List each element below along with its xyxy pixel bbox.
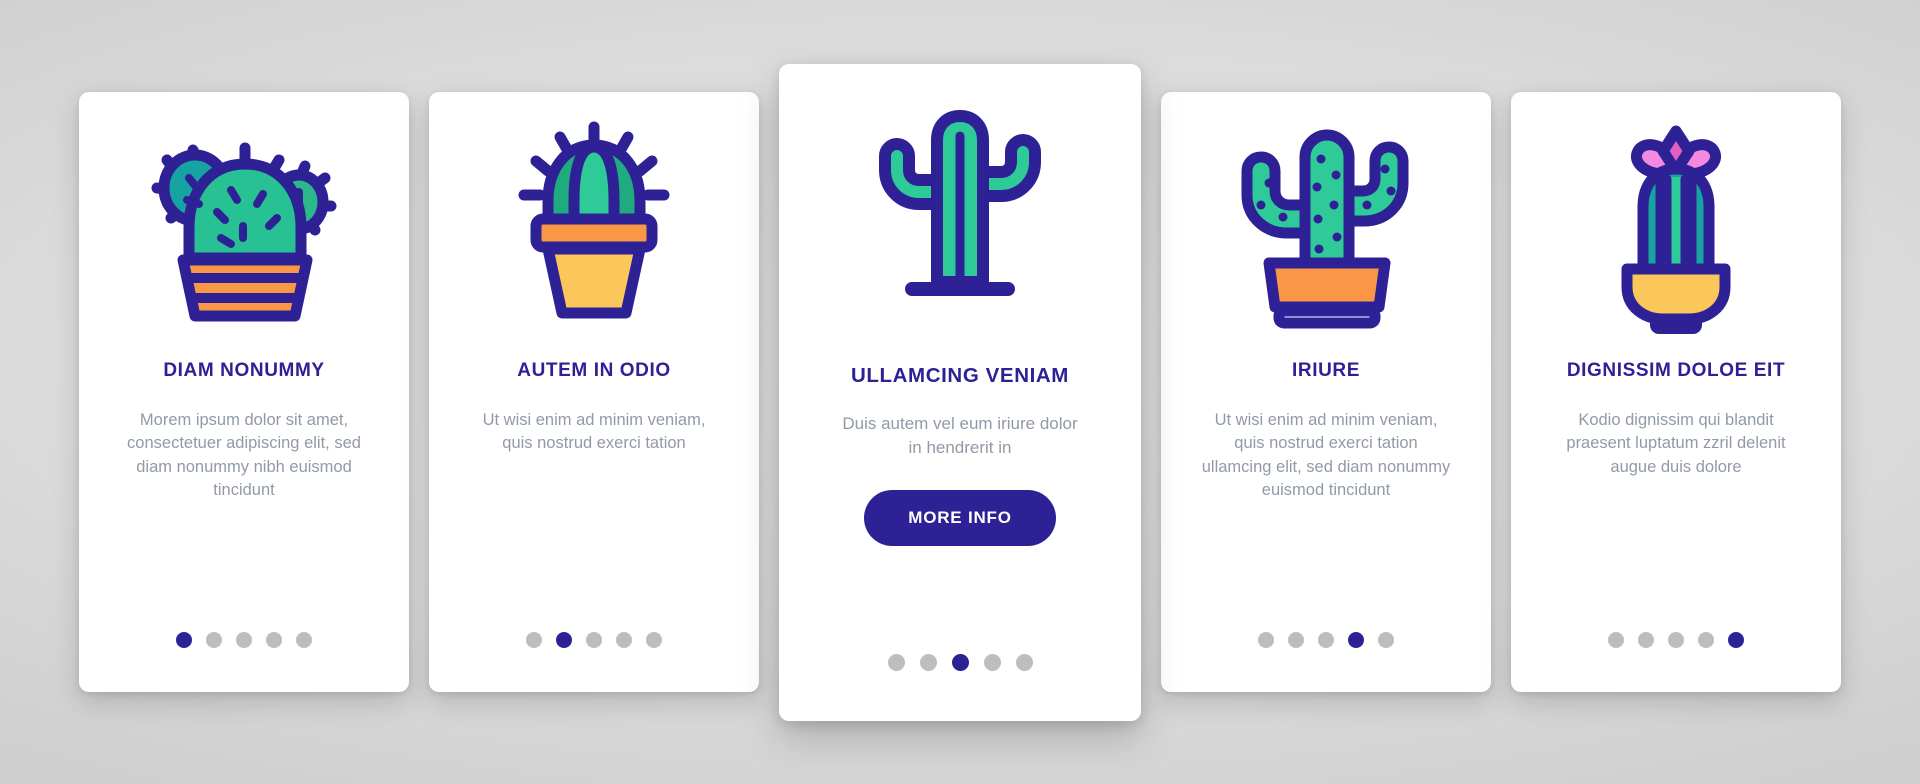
flowering-cactus-in-bowl-icon: [1531, 92, 1821, 360]
saguaro-cactus-icon: [799, 64, 1121, 364]
pagination-dot-2[interactable]: [206, 632, 222, 648]
pagination-dot-1[interactable]: [1608, 632, 1624, 648]
card-body-text: Duis autem vel eum iriure dolor in hendr…: [842, 414, 1078, 458]
onboarding-card-2[interactable]: AUTEM IN ODIO Ut wisi enim ad minim veni…: [429, 92, 759, 692]
card-title: IRIURE: [1292, 360, 1360, 381]
pagination-dot-3[interactable]: [1668, 632, 1684, 648]
pagination-dot-2[interactable]: [919, 653, 937, 671]
pagination-dot-2[interactable]: [1288, 632, 1304, 648]
pagination-dots: [779, 653, 1141, 671]
pagination-dot-3[interactable]: [236, 632, 252, 648]
card-body-text: Morem ipsum dolor sit amet, consectetuer…: [127, 410, 361, 500]
pagination-dot-1[interactable]: [526, 632, 542, 648]
pagination-dot-3[interactable]: [1318, 632, 1334, 648]
pagination-dot-2[interactable]: [1638, 632, 1654, 648]
pagination-dots: [1511, 632, 1841, 648]
pagination-dot-4[interactable]: [1698, 632, 1714, 648]
pagination-dot-4[interactable]: [1348, 632, 1364, 648]
pagination-dots: [429, 632, 759, 648]
card-body-text: Ut wisi enim ad minim veniam, quis nostr…: [1201, 410, 1451, 500]
barrel-cactus-in-yellow-pot-icon: [449, 92, 739, 360]
pagination-dots: [79, 632, 409, 648]
card-row: DIAM NONUMMY Morem ipsum dolor sit amet,…: [79, 63, 1841, 721]
pagination-dot-5[interactable]: [296, 632, 312, 648]
card-title: ULLAMCING VENIAM: [850, 363, 1069, 387]
onboarding-carousel-stage: DIAM NONUMMY Morem ipsum dolor sit amet,…: [0, 0, 1920, 784]
pagination-dot-4[interactable]: [266, 632, 282, 648]
pagination-dot-1[interactable]: [176, 632, 192, 648]
card-title: AUTEM IN ODIO: [517, 360, 671, 381]
card-body-text: Kodio dignissim qui blandit praesent lup…: [1566, 410, 1786, 476]
pagination-dot-5[interactable]: [1728, 632, 1744, 648]
pagination-dot-5[interactable]: [1015, 653, 1033, 671]
card-title: DIAM NONUMMY: [163, 360, 325, 381]
onboarding-card-4[interactable]: IRIURE Ut wisi enim ad minim veniam, qui…: [1161, 92, 1491, 692]
pagination-dot-5[interactable]: [646, 632, 662, 648]
card-title: DIGNISSIM DOLOE EIT: [1566, 360, 1786, 381]
spotted-cactus-in-orange-pot-icon: [1181, 92, 1471, 360]
pagination-dots: [1161, 632, 1491, 648]
pagination-dot-5[interactable]: [1378, 632, 1394, 648]
pagination-dot-1[interactable]: [887, 653, 905, 671]
card-body-text: Ut wisi enim ad minim veniam, quis nostr…: [482, 410, 706, 453]
pagination-dot-2[interactable]: [556, 632, 572, 648]
pagination-dot-4[interactable]: [616, 632, 632, 648]
onboarding-card-1[interactable]: DIAM NONUMMY Morem ipsum dolor sit amet,…: [79, 92, 409, 692]
pagination-dot-3[interactable]: [951, 653, 969, 671]
onboarding-card-3[interactable]: ULLAMCING VENIAM Duis autem vel eum iriu…: [779, 63, 1141, 721]
pagination-dot-4[interactable]: [983, 653, 1001, 671]
prickly-pear-cactus-in-striped-pot-icon: [99, 92, 389, 360]
pagination-dot-1[interactable]: [1258, 632, 1274, 648]
more-info-button[interactable]: MORE INFO: [864, 490, 1056, 547]
onboarding-card-5[interactable]: DIGNISSIM DOLOE EIT Kodio dignissim qui …: [1511, 92, 1841, 692]
pagination-dot-3[interactable]: [586, 632, 602, 648]
